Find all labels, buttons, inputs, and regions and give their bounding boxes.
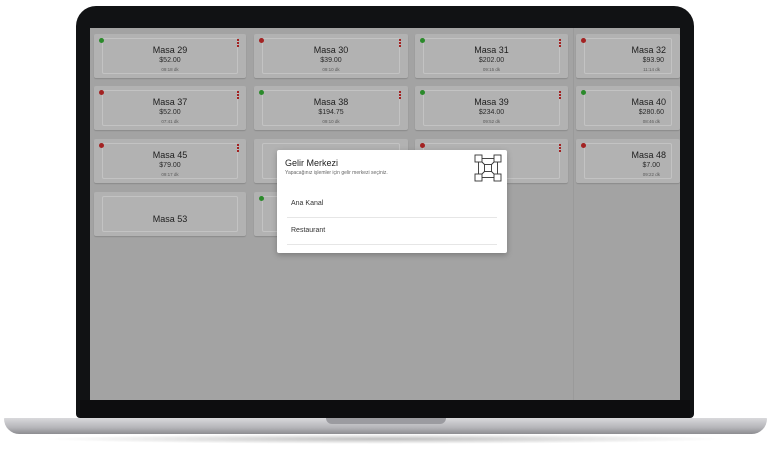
table-card[interactable]: Masa 37 $52.00 07:41 dk [94,86,246,130]
table-name: Masa 39 [474,97,509,107]
table-amount: $202.00 [478,57,505,64]
table-amount: $52.00 [159,57,181,64]
laptop-notch [326,418,446,424]
status-dot [99,90,104,95]
table-name: Masa 45 [152,150,188,160]
divider [287,244,497,245]
status-dot [420,143,425,148]
table-name: Masa 31 [474,45,509,55]
table-time: 09:22 dk [642,172,660,177]
table-name: Masa 37 [152,97,188,107]
status-dot [581,38,586,43]
table-time: 09:15 dk [482,67,501,72]
table-name: Masa 29 [152,45,188,55]
table-time: 07:41 dk [161,119,179,124]
revenue-center-dialog: Gelir Merkezi Yapacağınız işlemler için … [277,150,507,253]
column-divider [573,28,574,400]
table-amount: $194.75 [318,109,344,116]
table-amount: $234.00 [478,109,505,116]
status-dot [259,196,264,201]
table-name: Masa 40 [631,97,666,107]
status-dot [259,90,264,95]
option-label: Restaurant [291,227,326,234]
table-name: Masa 48 [631,150,666,160]
table-time: 09:17 dk [161,172,179,177]
table-name: Masa 53 [152,214,188,224]
status-dot [99,38,104,43]
table-card[interactable]: Masa 38 $194.75 09:10 dk [254,86,408,130]
table-amount: $93.90 [642,57,664,64]
table-card[interactable]: Masa 39 $234.00 09:52 dk [415,86,568,130]
table-name: Masa 32 [631,45,666,55]
table-card[interactable]: Masa 53 [94,192,246,236]
table-time: 09:10 dk [322,119,340,124]
table-card[interactable]: Masa 32 $93.90 11:14 dk [576,34,680,78]
laptop-shadow [40,434,730,444]
status-dot [581,143,586,148]
table-time: 09:18 dk [161,67,179,72]
table-amount: $52.00 [159,109,181,116]
table-amount: $79.00 [159,162,181,169]
option-label: Ana Kanal [291,200,324,207]
more-menu-icon[interactable] [559,144,562,153]
table-name: Masa 38 [313,97,349,107]
status-dot [259,38,264,43]
status-dot [99,143,104,148]
table-amount: $7.00 [642,162,660,169]
table-card[interactable]: Masa 30 $39.00 09:10 dk [254,34,408,78]
status-dot [420,38,425,43]
table-time: 09:10 dk [322,67,340,72]
option-restaurant[interactable]: Restaurant [277,219,507,245]
status-dot [581,90,586,95]
dialog-title: Gelir Merkezi [285,158,339,168]
table-time: 09:52 dk [482,119,501,124]
laptop-chin [80,400,690,418]
table-card[interactable]: Masa 31 $202.00 09:15 dk [415,34,568,78]
table-card[interactable]: Masa 29 $52.00 09:18 dk [94,34,246,78]
table-time: 11:14 dk [643,67,660,72]
table-name: Masa 30 [313,45,349,55]
table-card[interactable]: Masa 45 $79.00 09:17 dk [94,139,246,183]
table-amount: $280.60 [638,109,664,116]
table-amount: $39.00 [320,57,342,64]
divider [287,217,497,218]
dialog-subtitle: Yapacağınız işlemler için gelir merkezi … [285,170,388,176]
network-cubes-icon [474,154,502,182]
option-ana-kanal[interactable]: Ana Kanal [277,192,507,218]
table-card[interactable]: Masa 40 $280.60 08:46 dk [576,86,680,130]
table-card[interactable]: Masa 48 $7.00 09:22 dk [576,139,680,183]
table-time: 08:46 dk [642,119,660,124]
status-dot [420,90,425,95]
